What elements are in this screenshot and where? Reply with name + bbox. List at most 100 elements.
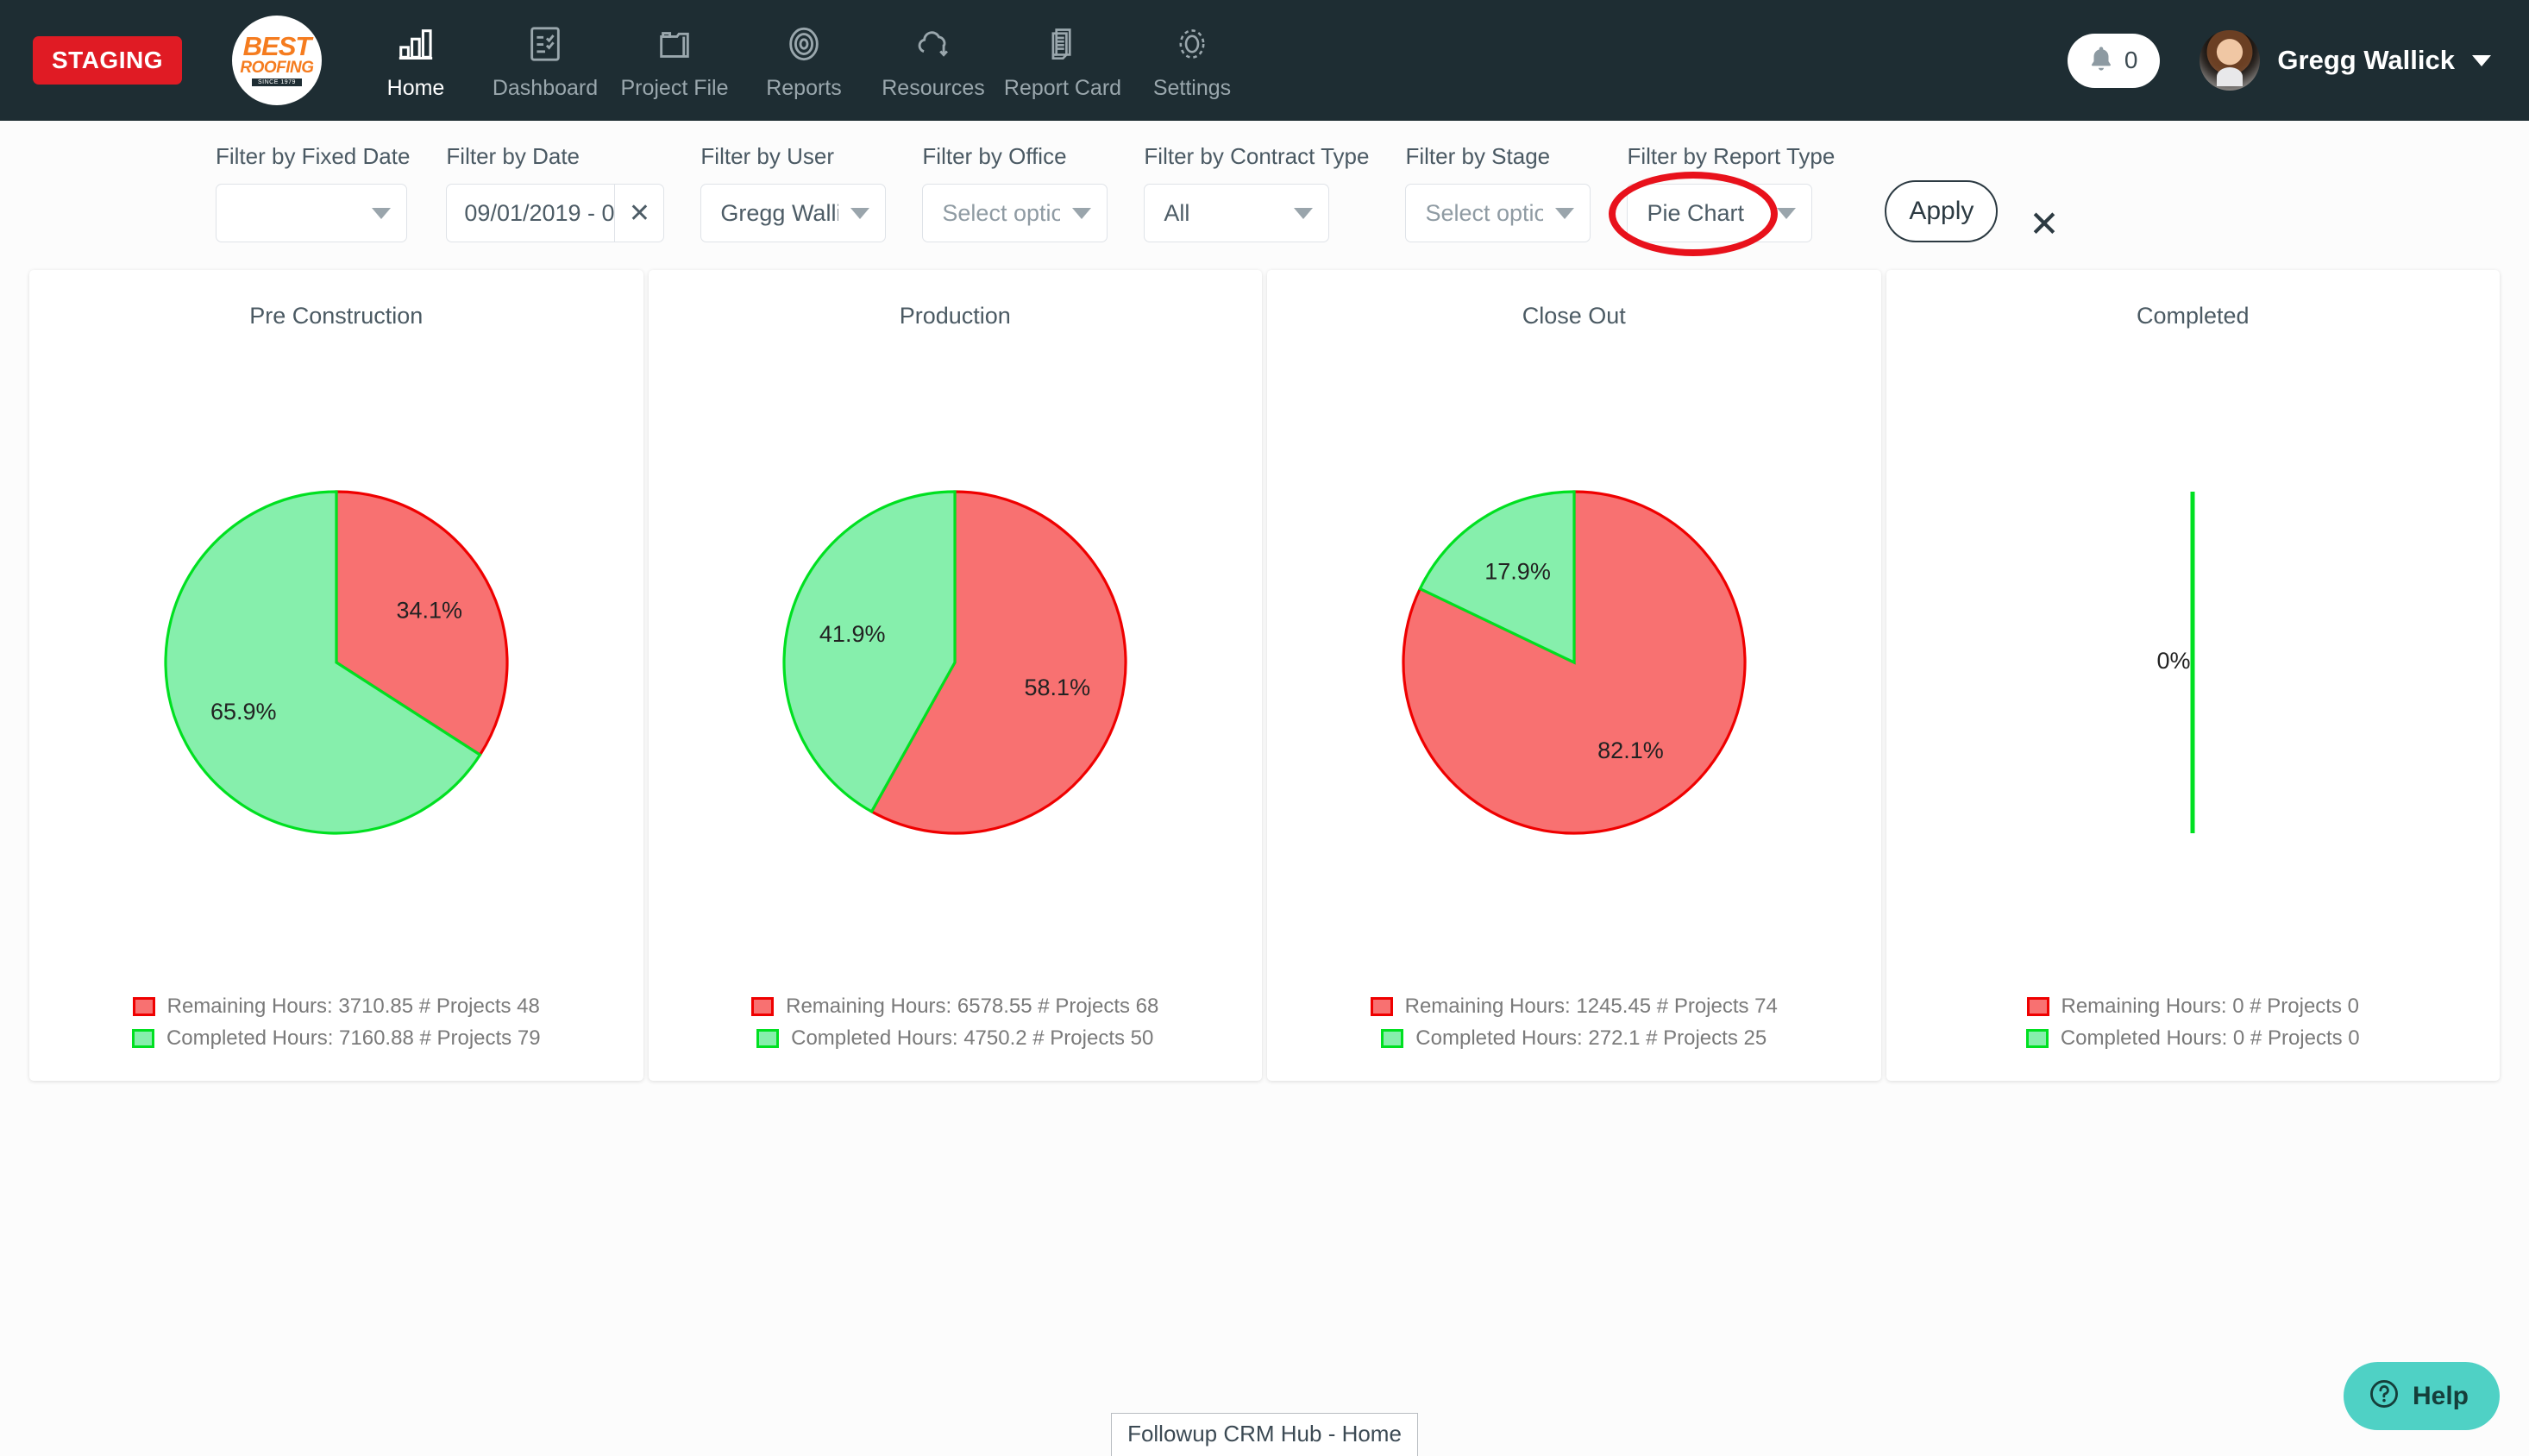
date-range-control: 09/01/2019 - 03/ ✕ [446,184,665,242]
legend-swatch-remaining-icon [132,997,155,1016]
filter-group-office: Filter by Office Select option [922,143,1108,242]
nav-label-project-file: Project File [620,76,729,100]
filter-label-office: Filter by Office [922,143,1067,169]
report-type-select[interactable]: Pie Chart [1609,172,1813,256]
stage-value: Select option [1425,199,1544,226]
legend-item-completed[interactable]: Completed Hours: 272.1 # Projects 25 [1267,1026,1881,1051]
top-navigation-bar: STAGING BEST ROOFING SINCE 1979 Home Das… [0,0,2529,121]
nav-item-report-card[interactable]: Report Card [998,19,1127,101]
filter-label-date: Filter by Date [446,143,580,169]
chart-title: Pre Construction [249,303,424,329]
nav-label-resources: Resources [882,76,985,100]
chevron-down-icon [1294,207,1314,219]
chart-card-close-out: Close Out 82.1% 17.9% Remaining Hours: 12… [1267,270,1881,1081]
chevron-down-icon [1777,207,1797,219]
legend-text-remaining: Remaining Hours: 6578.55 # Projects 68 [786,995,1159,1018]
legend-item-remaining[interactable]: Remaining Hours: 3710.85 # Projects 48 [29,995,643,1019]
legend-item-completed[interactable]: Completed Hours: 0 # Projects 0 [1886,1026,2501,1051]
logo-line-2: ROOFING [240,58,314,77]
office-select[interactable]: Select option [922,184,1108,242]
svg-text:41.9%: 41.9% [819,621,886,647]
nav-item-project-file[interactable]: Project File [610,19,739,101]
legend-swatch-remaining-icon [2026,997,2049,1016]
apply-button[interactable]: Apply [1885,180,1999,242]
pie-canvas[interactable]: 82.1% 17.9% [1267,329,1881,995]
legend-text-remaining: Remaining Hours: 0 # Projects 0 [2061,995,2360,1018]
fixed-date-select[interactable] [216,184,407,242]
user-name: Gregg Wallick [2277,45,2455,75]
nav-item-home[interactable]: Home [351,19,480,101]
filter-group-report-type: Filter by Report Type Pie Chart [1609,143,1835,256]
legend-swatch-remaining-icon [1370,997,1393,1016]
status-bar: Followup CRM Hub - Home [0,1413,2529,1456]
svg-text:58.1%: 58.1% [1025,675,1091,700]
nav-label-dashboard: Dashboard [492,76,599,100]
user-select[interactable]: Gregg Wallick [700,184,887,242]
target-icon [784,19,824,69]
cloud-download-icon [913,19,954,69]
notifications-button[interactable]: 0 [2067,33,2161,88]
legend-item-remaining[interactable]: Remaining Hours: 1245.45 # Projects 74 [1267,995,1881,1019]
nav-label-settings: Settings [1152,76,1232,100]
legend-swatch-completed-icon [1381,1029,1404,1048]
legend-swatch-completed-icon [131,1029,154,1048]
question-mark-icon [2368,1378,2400,1415]
nav-item-resources[interactable]: Resources [869,19,998,101]
chart-card-pre-construction: Pre Construction 34.1% 65.9% Remaining Ho… [29,270,643,1081]
chevron-down-icon [1555,207,1575,219]
legend-item-remaining[interactable]: Remaining Hours: 0 # Projects 0 [1886,995,2501,1019]
pie-canvas[interactable]: 34.1% 65.9% [29,329,643,995]
legend-text-completed: Completed Hours: 0 # Projects 0 [2060,1026,2360,1050]
nav-item-dashboard[interactable]: Dashboard [480,19,610,101]
help-button[interactable]: Help [2343,1362,2500,1430]
filter-label-user: Filter by User [700,143,834,169]
nav-label-report-card: Report Card [1003,76,1122,100]
chevron-down-icon[interactable] [2472,54,2491,66]
filter-label-contract-type: Filter by Contract Type [1144,143,1370,169]
help-label: Help [2412,1381,2469,1410]
pie-canvas[interactable]: 58.1% 41.9% [649,329,1263,995]
chart-legend: Remaining Hours: 0 # Projects 0 Complete… [1886,995,2501,1081]
office-value: Select option [942,199,1061,226]
legend-item-completed[interactable]: Completed Hours: 7160.88 # Projects 79 [29,1026,643,1051]
chart-title: Production [899,303,1011,329]
legend-text-remaining: Remaining Hours: 1245.45 # Projects 74 [1404,995,1778,1018]
date-clear-icon[interactable]: ✕ [614,184,665,242]
svg-text:0%: 0% [2157,648,2191,674]
legend-text-remaining: Remaining Hours: 3710.85 # Projects 48 [166,995,540,1018]
best-roofing-logo[interactable]: BEST ROOFING SINCE 1979 [231,16,322,105]
stage-select[interactable]: Select option [1405,184,1591,242]
pie-chart-grid: Pre Construction 34.1% 65.9% Remaining Ho… [0,242,2529,1081]
status-bar-text: Followup CRM Hub - Home [1111,1413,1418,1456]
gear-icon [1171,19,1213,69]
filter-group-user: Filter by User Gregg Wallick [700,143,887,242]
report-type-value: Pie Chart [1647,199,1745,226]
chart-card-completed: Completed 0% Remaining Hours: 0 # Projec… [1886,270,2501,1081]
pie-canvas[interactable]: 0% [1886,329,2501,995]
legend-swatch-remaining-icon [751,997,775,1016]
user-menu[interactable]: Gregg Wallick [2200,30,2491,91]
filter-group-date: Filter by Date 09/01/2019 - 03/ ✕ [446,143,665,242]
nav-item-reports[interactable]: Reports [739,19,869,101]
filter-label-fixed-date: Filter by Fixed Date [216,143,411,169]
svg-text:17.9%: 17.9% [1484,558,1551,584]
chevron-down-icon [1072,207,1092,219]
bell-icon [2087,44,2116,78]
chart-legend: Remaining Hours: 3710.85 # Projects 48 C… [29,995,643,1081]
logo-line-3: SINCE 1979 [252,78,302,86]
legend-swatch-completed-icon [2025,1029,2049,1048]
staging-badge: STAGING [33,36,182,85]
close-filters-icon[interactable]: ✕ [2029,206,2059,242]
date-range-input[interactable]: 09/01/2019 - 03/ [446,184,615,242]
chart-legend: Remaining Hours: 1245.45 # Projects 74 C… [1267,995,1881,1081]
legend-item-remaining[interactable]: Remaining Hours: 6578.55 # Projects 68 [649,995,1263,1019]
legend-text-completed: Completed Hours: 272.1 # Projects 25 [1415,1026,1767,1050]
contract-type-select[interactable]: All [1144,184,1330,242]
legend-item-completed[interactable]: Completed Hours: 4750.2 # Projects 50 [649,1026,1263,1051]
chevron-down-icon [372,207,391,219]
nav-item-settings[interactable]: Settings [1127,19,1257,101]
legend-swatch-completed-icon [756,1029,780,1048]
svg-text:82.1%: 82.1% [1597,737,1664,763]
chart-legend: Remaining Hours: 6578.55 # Projects 68 C… [649,995,1263,1081]
chevron-down-icon [850,207,870,219]
